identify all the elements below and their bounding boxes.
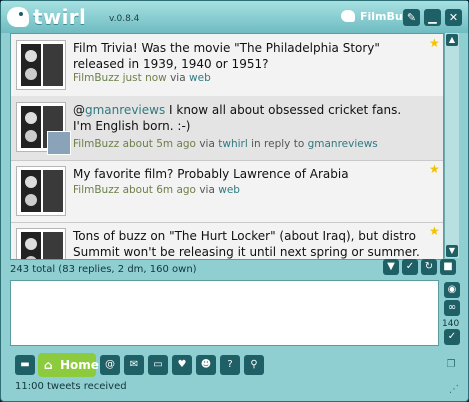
direct-messages-tab[interactable]: ✉ <box>124 355 144 375</box>
friends-tab[interactable]: ☻ <box>196 355 216 375</box>
resize-window-button[interactable]: ❐ <box>441 355 461 375</box>
tweet-text: Film Trivia! Was the movie "The Philadel… <box>73 41 380 71</box>
tweet-via-label: via <box>170 72 186 84</box>
check-icon: ✓ <box>447 331 457 342</box>
avatar[interactable] <box>16 166 66 216</box>
tweet-user-link[interactable]: FilmBuzz <box>73 138 119 150</box>
tweet-item[interactable]: @gmanreviews I know all about obsessed c… <box>11 96 443 161</box>
speech-bubble-icon: ▬ <box>20 359 30 370</box>
people-icon: ☻ <box>200 359 212 370</box>
twhirl-logo-icon <box>7 7 29 27</box>
tweet-meta: FilmBuzz just now via web <box>73 72 211 84</box>
tweet-user-link[interactable]: FilmBuzz <box>73 184 119 196</box>
film-reel-image <box>21 232 41 259</box>
mark-read-button[interactable]: ✓ <box>402 259 418 275</box>
camera-icon: ◉ <box>447 284 457 295</box>
link-icon: ∞ <box>447 302 457 313</box>
minimize-icon: ▁ <box>428 11 437 24</box>
tweet-source-link[interactable]: web <box>218 184 240 196</box>
app-name: twirl <box>33 5 87 29</box>
tweet-item[interactable]: My favorite film? Probably Lawrence of A… <box>11 160 443 223</box>
search-tab[interactable]: ⚲ <box>244 355 264 375</box>
envelope-icon: ✉ <box>129 359 139 370</box>
shorten-url-button[interactable]: ∞ <box>444 300 460 316</box>
find-user-tab[interactable]: ? <box>220 355 240 375</box>
close-icon: ✕ <box>448 11 459 24</box>
film-strip-image <box>43 170 63 212</box>
refresh-button[interactable]: ↻ <box>421 259 437 275</box>
folder-icon: ▭ <box>153 359 163 370</box>
film-strip-image <box>43 232 63 259</box>
bottom-nav: ▬ ⌂ Home @ ✉ ▭ ♥ ☻ ? ⚲ ❐ <box>1 350 468 380</box>
tweet-list[interactable]: Film Trivia! Was the movie "The Philadel… <box>10 33 444 260</box>
film-strip-image <box>43 44 63 86</box>
tweet-meta: FilmBuzz about 6m ago via web <box>73 184 240 196</box>
tweet-text: My favorite film? Probably Lawrence of A… <box>73 167 349 181</box>
favorite-star-icon[interactable]: ★ <box>429 36 440 50</box>
tweet-item[interactable]: Tons of buzz on "The Hurt Locker" (about… <box>11 222 443 259</box>
scroll-up-arrow-icon[interactable]: ▲ <box>446 34 458 46</box>
tweet-via-label: via <box>199 184 215 196</box>
send-button[interactable]: ✓ <box>444 329 460 345</box>
tweet-time-link[interactable]: about 5m ago <box>123 138 196 150</box>
refresh-icon: ↻ <box>424 261 434 272</box>
heart-icon: ♥ <box>177 359 187 370</box>
reply-user-avatar <box>47 131 71 155</box>
tweet-reply-link[interactable]: gmanreviews <box>308 138 378 150</box>
tweet-via-label: via <box>199 138 215 150</box>
tweet-text: Tons of buzz on "The Hurt Locker" (about… <box>73 229 420 259</box>
favorite-star-icon[interactable]: ★ <box>429 224 440 238</box>
mention-prefix: @ <box>73 103 85 117</box>
app-version: v.0.8.4 <box>109 14 140 24</box>
home-tab[interactable]: ⌂ Home <box>38 353 99 377</box>
tweet-item[interactable]: Film Trivia! Was the movie "The Philadel… <box>11 34 443 97</box>
tweet-time-link[interactable]: about 6m ago <box>123 184 196 196</box>
filter-icon: ▼ <box>387 261 395 272</box>
mention-link[interactable]: gmanreviews <box>85 103 165 117</box>
house-icon: ⌂ <box>44 358 53 372</box>
tweet-count-status: 243 total (83 replies, 2 dm, 160 own) <box>10 264 197 275</box>
checklist-icon: ✓ <box>405 261 415 272</box>
title-bar: twirl v.0.8.4 FilmBuzz ✎ ▁ ✕ <box>1 1 468 33</box>
film-reel-image <box>21 44 41 86</box>
favorite-star-icon[interactable]: ★ <box>429 162 440 176</box>
tweet-source-link[interactable]: web <box>189 72 211 84</box>
chat-button[interactable]: ▬ <box>15 355 35 375</box>
search-icon: ⚲ <box>250 359 258 370</box>
settings-wrench-button[interactable]: ✎ <box>403 9 420 26</box>
archive-tab[interactable]: ▭ <box>148 355 168 375</box>
avatar[interactable] <box>16 40 66 90</box>
trash-icon: ■ <box>443 261 453 272</box>
filter-button[interactable]: ▼ <box>383 259 399 275</box>
tweet-source-link[interactable]: twhirl <box>218 138 248 150</box>
tweet-user-link[interactable]: FilmBuzz <box>73 72 119 84</box>
twitter-bird-icon <box>341 10 355 22</box>
windows-icon: ❐ <box>446 359 456 370</box>
clear-button[interactable]: ■ <box>440 259 456 275</box>
close-button[interactable]: ✕ <box>445 9 462 26</box>
status-footer: 11:00 tweets received <box>15 381 127 392</box>
minimize-button[interactable]: ▁ <box>424 9 441 26</box>
character-counter: 140 <box>442 319 460 329</box>
tweet-meta: FilmBuzz about 5m ago via twhirl in repl… <box>73 138 378 150</box>
tweet-text: @gmanreviews I know all about obsessed c… <box>73 102 423 134</box>
twhirl-window: twirl v.0.8.4 FilmBuzz ✎ ▁ ✕ Film Trivia… <box>0 0 469 402</box>
film-reel-image <box>21 170 41 212</box>
home-label: Home <box>60 358 99 372</box>
scrollbar[interactable]: ▲ ▼ <box>444 33 459 258</box>
avatar[interactable] <box>16 228 66 259</box>
resize-grip-icon[interactable]: ⋰ <box>449 384 459 395</box>
tweet-time-link[interactable]: just now <box>123 72 167 84</box>
at-sign-icon: @ <box>105 359 115 370</box>
compose-textarea[interactable] <box>10 280 439 346</box>
camera-button[interactable]: ◉ <box>444 282 460 298</box>
avatar[interactable] <box>16 102 71 155</box>
user-question-icon: ? <box>227 359 233 370</box>
tweet-reply-label: in reply to <box>251 138 305 150</box>
film-reel-image <box>21 106 41 148</box>
replies-tab[interactable]: @ <box>100 355 120 375</box>
favorites-tab[interactable]: ♥ <box>172 355 192 375</box>
wrench-icon: ✎ <box>406 11 417 24</box>
scroll-down-arrow-icon[interactable]: ▼ <box>446 245 458 257</box>
